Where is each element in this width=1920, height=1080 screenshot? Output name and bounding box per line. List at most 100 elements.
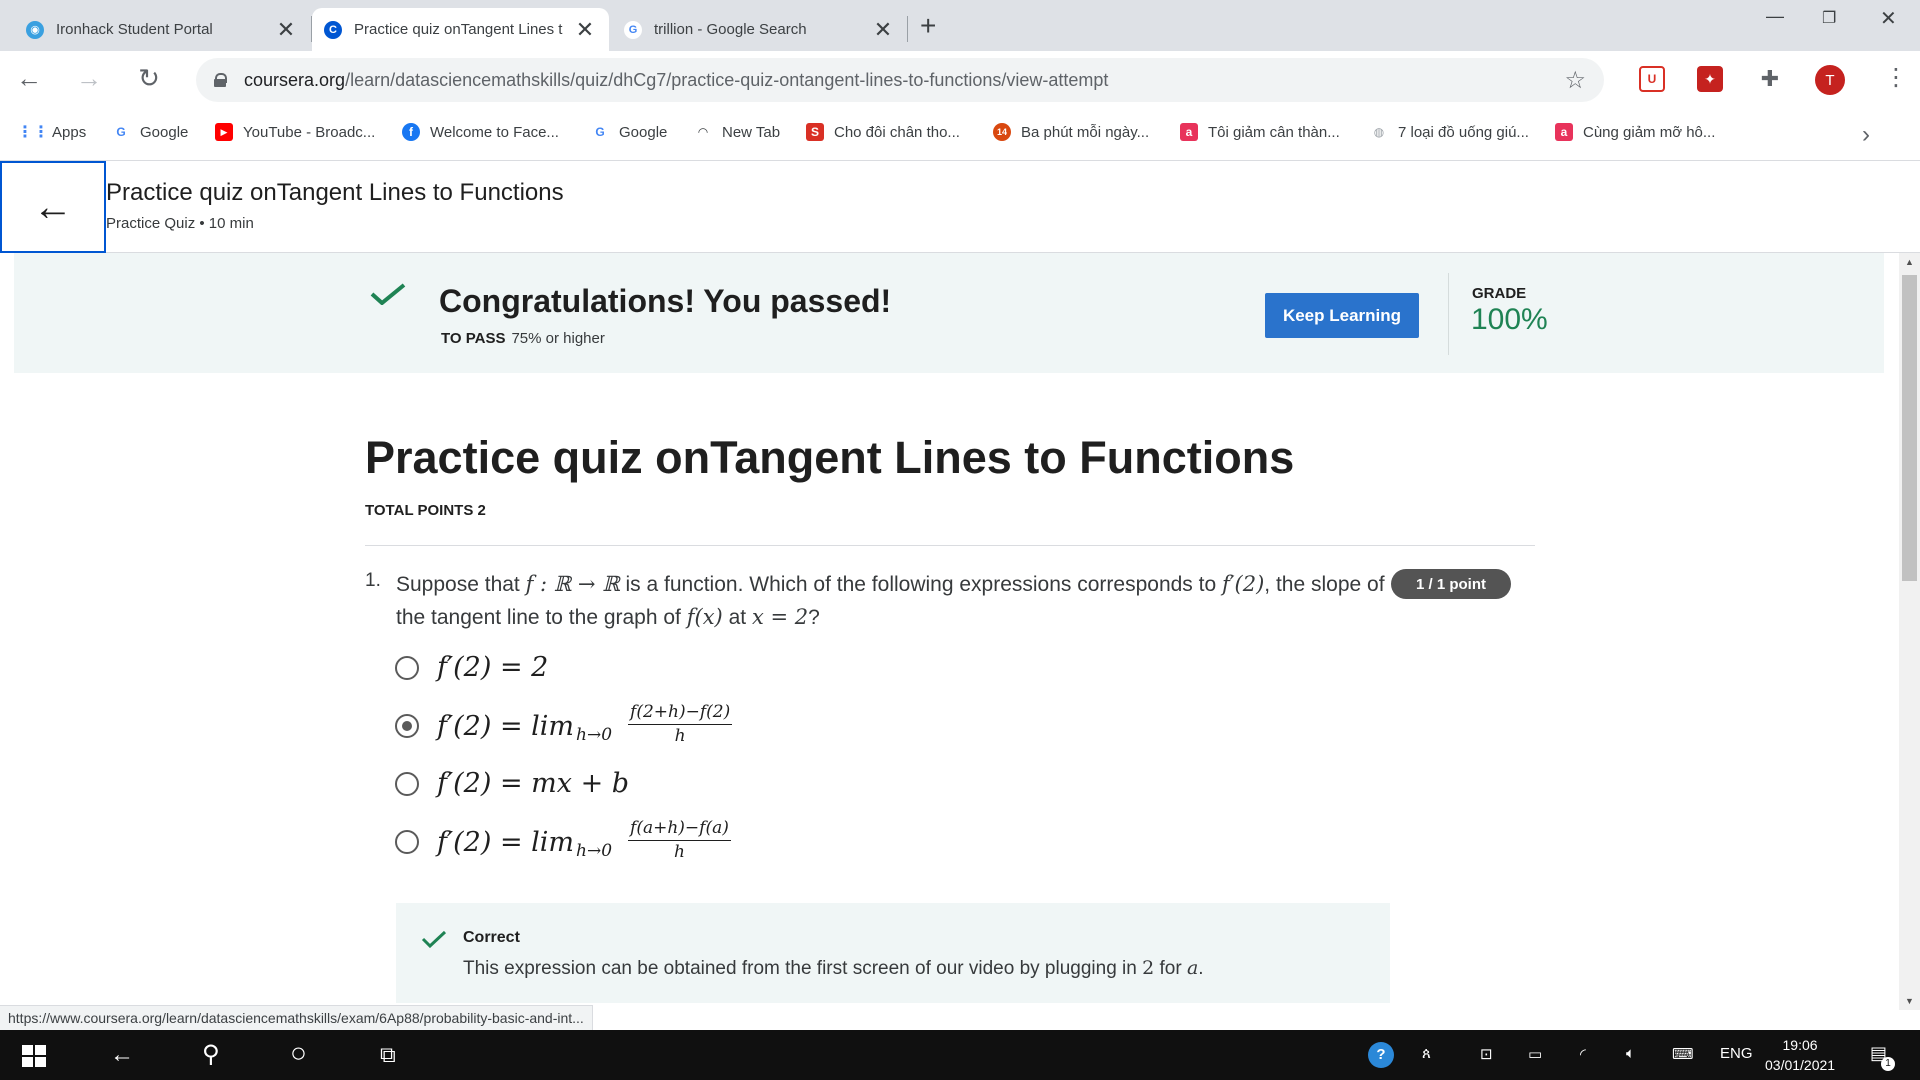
wifi-icon[interactable]: ◜ [1580, 1045, 1586, 1063]
tab-ironhack[interactable]: ◉ Ironhack Student Portal ✕ [0, 8, 310, 51]
feedback-text: This expression can be obtained from the… [463, 957, 1204, 979]
globe-icon: ◍ [1373, 125, 1385, 139]
grade-divider [1448, 273, 1449, 355]
question-number: 1. [365, 570, 381, 591]
header-subtitle: Practice Quiz • 10 min [106, 215, 254, 232]
answer-feedback: Correct This expression can be obtained … [396, 903, 1390, 1003]
tab-title: trillion - Google Search [654, 21, 807, 38]
coursera-favicon-icon: C [324, 20, 342, 39]
close-tab-icon[interactable]: ✕ [276, 17, 296, 43]
extension-shield-icon[interactable]: U [1639, 66, 1665, 92]
extension-red-icon[interactable]: ✦ [1697, 66, 1723, 92]
google-favicon-icon: G [624, 20, 642, 39]
bookmark-cho-doi-chan[interactable]: S Cho đôi chân tho... [806, 123, 960, 141]
bookmark-google-2[interactable]: G Google [591, 123, 667, 141]
new-tab-icon: ◠ [698, 125, 708, 139]
tab-title: Practice quiz onTangent Lines t [354, 21, 563, 38]
bookmark-google[interactable]: G Google [112, 123, 188, 141]
browser-tab-strip: ◉ Ironhack Student Portal ✕ C Practice q… [0, 0, 1920, 51]
language-indicator[interactable]: ENG [1720, 1045, 1753, 1062]
people-icon[interactable]: ጰ [1422, 1045, 1431, 1062]
apps-grid-icon: ⋮⋮ [17, 124, 49, 141]
radio-button-selected[interactable] [395, 714, 419, 738]
radio-button[interactable] [395, 771, 419, 796]
answer-option-2[interactable]: f′(2) = lim h→0 f(2+h)−f(2) h [395, 702, 733, 748]
back-arrow-icon[interactable]: ← [14, 63, 44, 94]
answer-option-3[interactable]: f′(2) = mx + b [395, 768, 629, 799]
keyboard-icon[interactable]: ⌨ [1672, 1045, 1694, 1063]
divider [365, 545, 1535, 546]
vertical-scrollbar[interactable]: ▲ ▼ [1899, 253, 1920, 1010]
profile-avatar[interactable]: T [1815, 65, 1845, 95]
new-tab-icon[interactable]: + [920, 10, 936, 42]
close-tab-icon[interactable]: ✕ [873, 17, 893, 43]
header-title: Practice quiz onTangent Lines to Functio… [106, 179, 564, 206]
windows-start-icon[interactable] [22, 1045, 46, 1067]
volume-icon[interactable]: 🔈︎ [1626, 1045, 1635, 1062]
bookmark-cung-giam-mo[interactable]: a Cùng giảm mỡ hô... [1555, 123, 1715, 141]
checkmark-icon [421, 930, 447, 948]
tab-practice-quiz[interactable]: C Practice quiz onTangent Lines t ✕ [312, 8, 609, 51]
browser-toolbar: ← → ↻ coursera.org/learn/datasciencemath… [0, 51, 1920, 109]
battery-icon[interactable]: ▭ [1528, 1045, 1542, 1063]
quiz-title: Practice quiz onTangent Lines to Functio… [365, 432, 1295, 483]
extensions-puzzle-icon[interactable]: ✚ [1757, 66, 1783, 92]
cortana-icon[interactable]: ○ [290, 1039, 307, 1067]
grade-label: GRADE [1472, 285, 1527, 302]
search-icon[interactable]: ⚲ [202, 1042, 220, 1068]
bookmark-facebook[interactable]: f Welcome to Face... [402, 123, 559, 141]
close-tab-icon[interactable]: ✕ [575, 17, 595, 43]
total-points: TOTAL POINTS 2 [365, 502, 486, 519]
feedback-label: Correct [463, 929, 520, 946]
answer-option-4[interactable]: f′(2) = lim h→0 f(a+h)−f(a) h [395, 818, 731, 864]
a-site-icon: a [1180, 123, 1198, 141]
maximize-icon[interactable]: ❐ [1822, 8, 1836, 28]
bookmark-7-loai[interactable]: ◍ 7 loại đồ uống giú... [1370, 123, 1529, 141]
points-badge: 1 / 1 point [1391, 569, 1511, 599]
lock-icon [214, 73, 227, 87]
facebook-icon: f [402, 123, 420, 141]
scrollbar-thumb[interactable] [1902, 275, 1917, 581]
bookmark-apps[interactable]: ⋮⋮ Apps [17, 123, 86, 142]
s-site-icon: S [806, 123, 824, 141]
meet-now-icon[interactable]: ⊡ [1480, 1045, 1493, 1063]
keep-learning-button[interactable]: Keep Learning [1265, 293, 1419, 338]
checkmark-icon [370, 283, 406, 305]
pass-banner: Congratulations! You passed! TO PASS 75% … [14, 253, 1884, 373]
youtube-icon: ▶ [215, 123, 233, 141]
google-icon: G [595, 125, 605, 139]
system-clock[interactable]: 19:06 03/01/2021 [1765, 1035, 1835, 1075]
pass-threshold: TO PASS 75% or higher [441, 330, 605, 347]
window-close-icon[interactable]: ✕ [1880, 6, 1897, 31]
a-site-icon: a [1555, 123, 1573, 141]
bookmark-star-icon[interactable]: ☆ [1564, 66, 1586, 95]
forward-arrow-icon[interactable]: → [74, 63, 104, 94]
course-header: ← Practice quiz onTangent Lines to Funct… [0, 161, 1920, 253]
radio-button[interactable] [395, 655, 419, 680]
back-button[interactable]: ← [0, 161, 106, 253]
arrow-left-icon: ← [33, 185, 73, 229]
bookmark-ba-phut[interactable]: 14 Ba phút mỗi ngày... [993, 123, 1149, 141]
grade-value: 100% [1471, 303, 1548, 336]
radio-button[interactable] [395, 830, 419, 854]
address-bar[interactable]: coursera.org/learn/datasciencemathskills… [196, 58, 1604, 102]
chrome-menu-icon[interactable]: ⋮ [1884, 63, 1908, 92]
bookmark-new-tab[interactable]: ◠ New Tab [694, 123, 780, 141]
minimize-icon[interactable]: — [1766, 6, 1784, 27]
tab-title: Ironhack Student Portal [56, 21, 213, 38]
bookmark-toi-giam-can[interactable]: a Tôi giảm cân thàn... [1180, 123, 1340, 141]
scroll-up-icon[interactable]: ▲ [1905, 257, 1914, 267]
scroll-down-icon[interactable]: ▼ [1905, 996, 1914, 1006]
answer-option-1[interactable]: f′(2) = 2 [395, 652, 548, 683]
bookmark-youtube[interactable]: ▶ YouTube - Broadc... [215, 123, 375, 141]
chevron-right-icon[interactable]: › [1862, 121, 1870, 149]
task-view-icon[interactable]: ⧉ [380, 1042, 396, 1068]
google-icon: G [116, 125, 126, 139]
notification-count: 1 [1881, 1057, 1895, 1071]
tab-google-search[interactable]: G trillion - Google Search ✕ [610, 8, 907, 51]
help-icon[interactable]: ? [1368, 1042, 1394, 1068]
reload-icon[interactable]: ↻ [134, 63, 164, 94]
url-path: /learn/datasciencemathskills/quiz/dhCg7/… [345, 69, 1109, 90]
taskbar-back-icon[interactable]: ← [110, 1042, 134, 1068]
bookmarks-bar: ⋮⋮ Apps G Google ▶ YouTube - Broadc... f Wel… [0, 109, 1920, 161]
